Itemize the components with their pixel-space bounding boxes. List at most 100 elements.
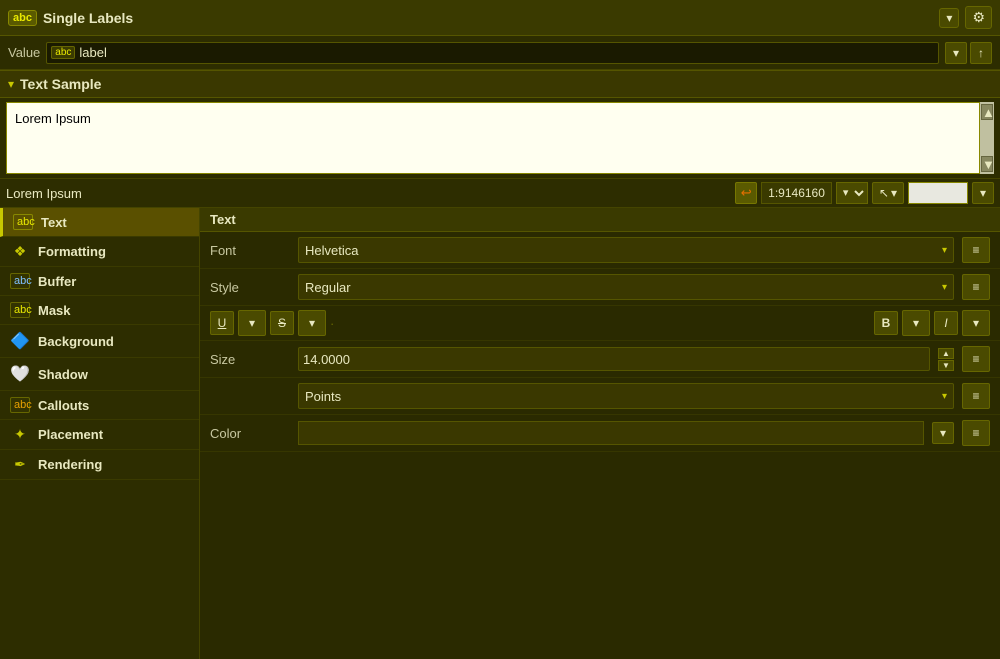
text-sample-title: Text Sample — [20, 76, 101, 92]
units-value: Points — [305, 389, 341, 404]
value-right-buttons: ▾ ↑ — [945, 42, 992, 64]
coord-dropdown[interactable]: ▾ — [836, 182, 868, 204]
font-dropdown[interactable]: Helvetica ▾ — [298, 237, 954, 263]
size-list-btn[interactable]: ≡ — [962, 346, 990, 372]
sidebar-label-buffer: Buffer — [38, 274, 76, 289]
formatting-icon: ❖ — [10, 243, 30, 260]
sidebar-label-placement: Placement — [38, 427, 103, 442]
text-preview-area: Lorem Ipsum — [6, 102, 980, 174]
strikethrough-color-btn[interactable]: ▾ — [298, 310, 326, 336]
settings-gear-btn[interactable]: ⚙ — [965, 6, 992, 29]
properties-section-title: Text — [200, 208, 1000, 232]
size-spinner: ▲ ▼ — [938, 348, 954, 371]
value-input-wrapper: abc label — [46, 42, 939, 64]
format-buttons-row: U ▾ S ▾ · B ▾ I ▾ — [200, 306, 1000, 341]
font-row: Font Helvetica ▾ ≡ — [200, 232, 1000, 269]
style-dropdown-arrow-icon: ▾ — [942, 282, 947, 293]
top-bar: abc Single Labels ▾ ⚙ — [0, 0, 1000, 36]
undo-btn[interactable]: ↩ — [735, 182, 757, 204]
sidebar-item-placement[interactable]: ✦ Placement — [0, 420, 199, 450]
color-list-btn[interactable]: ≡ — [962, 420, 990, 446]
text-icon: abc — [13, 214, 33, 230]
color-swatch-toolbar[interactable] — [908, 182, 968, 204]
font-value: Helvetica — [305, 243, 358, 258]
sidebar-label-background: Background — [38, 334, 114, 349]
style-value: Regular — [305, 280, 351, 295]
bold-btn[interactable]: B — [874, 311, 898, 335]
size-input[interactable] — [298, 347, 930, 371]
value-dropdown-btn[interactable]: ▾ — [945, 42, 967, 64]
sidebar-item-mask[interactable]: abc Mask — [0, 296, 199, 325]
size-row: Size ▲ ▼ ≡ — [200, 341, 1000, 378]
sidebar-item-rendering[interactable]: ✒ Rendering — [0, 450, 199, 480]
buffer-icon: abc — [10, 273, 30, 289]
sidebar-item-shadow[interactable]: 🤍 Shadow — [0, 358, 199, 391]
mask-icon: abc — [10, 302, 30, 318]
placement-icon: ✦ — [10, 426, 30, 443]
coordinate-display: 1:9146160 — [761, 182, 832, 204]
color-dropdown-btn[interactable]: ▾ — [932, 422, 954, 444]
color-label: Color — [210, 426, 290, 441]
sidebar-label-mask: Mask — [38, 303, 71, 318]
units-row: Points ▾ ≡ — [200, 378, 1000, 415]
size-up-btn[interactable]: ▲ — [938, 348, 954, 359]
style-dropdown[interactable]: Regular ▾ — [298, 274, 954, 300]
preview-scrollbar[interactable]: ▲ ▼ — [980, 102, 994, 174]
bold-extra-btn[interactable]: ▾ — [902, 310, 930, 336]
preview-text: Lorem Ipsum — [15, 111, 91, 126]
italic-btn[interactable]: I — [934, 311, 958, 335]
top-bar-label: abc Single Labels — [8, 10, 939, 26]
size-down-btn[interactable]: ▼ — [938, 360, 954, 371]
top-bar-right: ▾ ⚙ — [939, 6, 992, 29]
callouts-icon: abc — [10, 397, 30, 413]
size-label: Size — [210, 352, 290, 367]
style-label: Style — [210, 280, 290, 295]
sidebar-label-callouts: Callouts — [38, 398, 89, 413]
text-sample-header: ▾ Text Sample — [0, 70, 1000, 98]
color-row: Color ▾ ≡ — [200, 415, 1000, 452]
units-list-btn[interactable]: ≡ — [962, 383, 990, 409]
sidebar-item-background[interactable]: 🔷 Background — [0, 325, 199, 358]
style-list-btn[interactable]: ≡ — [962, 274, 990, 300]
strikethrough-btn[interactable]: S — [270, 311, 294, 335]
font-label: Font — [210, 243, 290, 258]
collapse-arrow-icon[interactable]: ▾ — [8, 77, 14, 91]
scrollbar-up-btn[interactable]: ▲ — [981, 104, 993, 120]
preview-container: Lorem Ipsum ▲ ▼ — [6, 102, 994, 174]
sidebar-item-buffer[interactable]: abc Buffer — [0, 267, 199, 296]
cursor-icon: ↖ — [879, 186, 889, 200]
sidebar: abc Text ❖ Formatting abc Buffer abc Mas… — [0, 208, 200, 659]
cursor-tool-btn[interactable]: ↖ ▾ — [872, 182, 904, 204]
sidebar-label-formatting: Formatting — [38, 244, 106, 259]
units-dropdown[interactable]: Points ▾ — [298, 383, 954, 409]
value-row: Value abc label ▾ ↑ — [0, 36, 1000, 70]
sidebar-label-shadow: Shadow — [38, 367, 88, 382]
sidebar-item-callouts[interactable]: abc Callouts — [0, 391, 199, 420]
sample-text-display: Lorem Ipsum — [6, 186, 731, 201]
color-swatch-dropdown[interactable]: ▾ — [972, 182, 994, 204]
underline-color-btn[interactable]: ▾ — [238, 310, 266, 336]
value-abc-icon: abc — [51, 46, 75, 59]
underline-btn[interactable]: U — [210, 311, 234, 335]
style-row: Style Regular ▾ ≡ — [200, 269, 1000, 306]
color-swatch-input[interactable] — [298, 421, 924, 445]
value-field-text: label — [79, 45, 106, 60]
sidebar-label-rendering: Rendering — [38, 457, 102, 472]
sidebar-label-text: Text — [41, 215, 67, 230]
font-dropdown-arrow-icon: ▾ — [942, 245, 947, 256]
value-up-btn[interactable]: ↑ — [970, 42, 992, 64]
abc-badge: abc — [8, 10, 37, 26]
font-list-btn[interactable]: ≡ — [962, 237, 990, 263]
rendering-icon: ✒ — [10, 456, 30, 473]
value-label: Value — [8, 45, 40, 60]
italic-extra-btn[interactable]: ▾ — [962, 310, 990, 336]
sidebar-item-text[interactable]: abc Text — [0, 208, 199, 237]
scrollbar-down-btn[interactable]: ▼ — [981, 156, 993, 172]
units-dropdown-arrow-icon: ▾ — [942, 391, 947, 402]
bottom-toolbar: Lorem Ipsum ↩ 1:9146160 ▾ ↖ ▾ ▾ — [0, 178, 1000, 208]
title-dropdown-btn[interactable]: ▾ — [939, 8, 959, 28]
right-panel: Text Font Helvetica ▾ ≡ Style Regular ▾ … — [200, 208, 1000, 659]
background-icon: 🔷 — [10, 331, 30, 351]
cursor-dropdown-arrow: ▾ — [891, 186, 897, 200]
sidebar-item-formatting[interactable]: ❖ Formatting — [0, 237, 199, 267]
